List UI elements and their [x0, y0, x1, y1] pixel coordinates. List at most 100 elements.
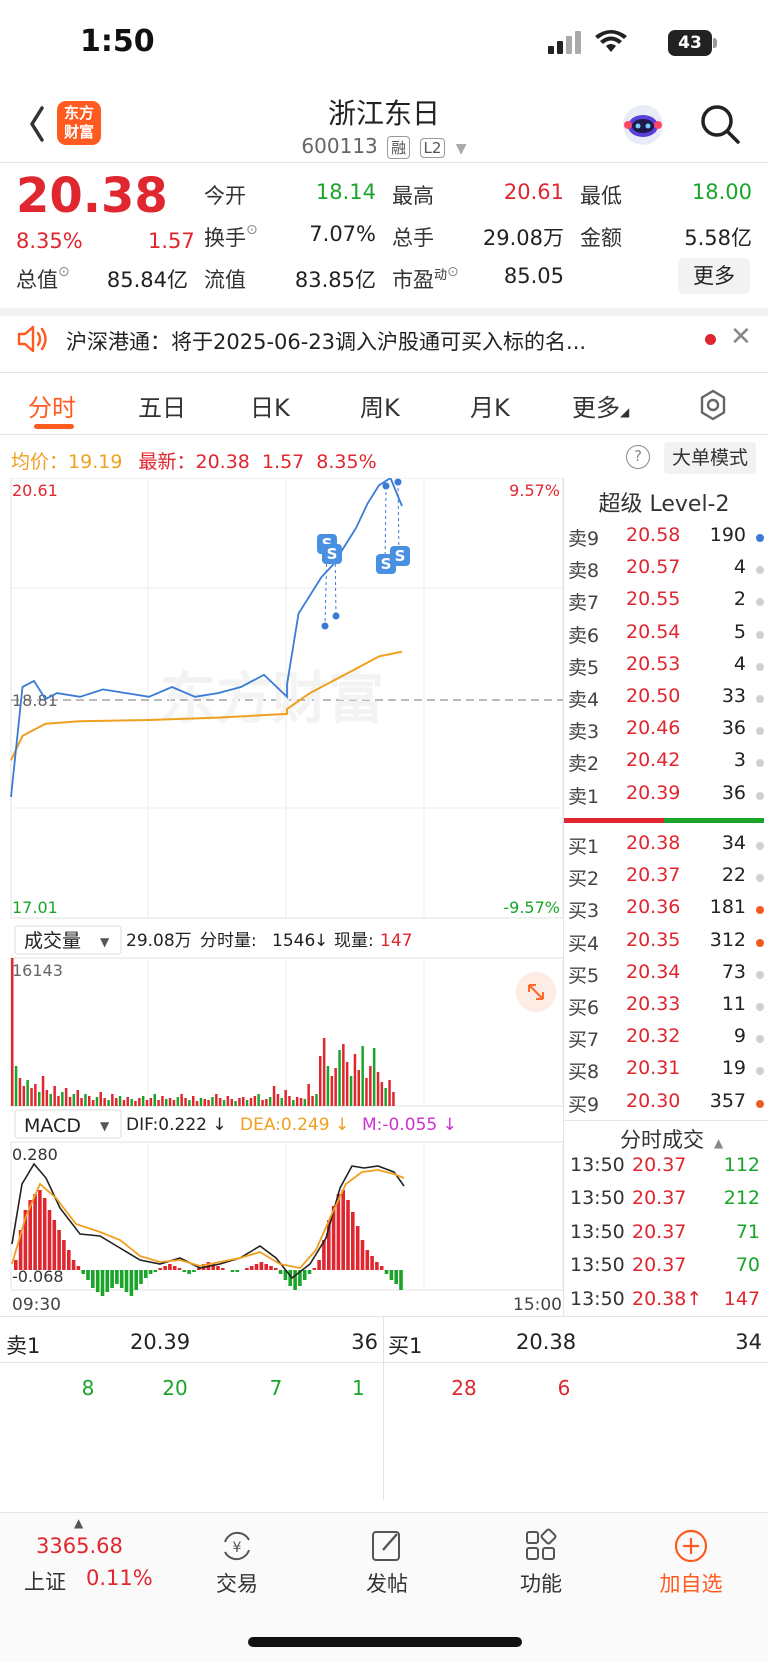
- tab-weekly-k[interactable]: 周K: [360, 388, 400, 423]
- order-book-row[interactable]: 买7 20.32 9: [568, 1025, 764, 1055]
- level-label: 卖3: [568, 721, 600, 744]
- volume-bar: [199, 1098, 203, 1106]
- nav-function[interactable]: 功能: [486, 1528, 596, 1598]
- volume-bar: [365, 1078, 368, 1106]
- queue-sell-label: 卖1: [6, 1334, 41, 1358]
- macd-bar: [278, 1270, 283, 1274]
- intraday-chart[interactable]: 20.61 9.57% 18.81 17.01 -9.57% 东方财富 S S …: [0, 478, 564, 1316]
- index-percent[interactable]: 0.11%: [86, 1566, 153, 1590]
- level-label: 买5: [568, 964, 600, 987]
- trade-point: [382, 482, 390, 490]
- volume-bar: [176, 1097, 180, 1106]
- order-book-row[interactable]: 卖8 20.57 4: [568, 556, 764, 586]
- info-icon[interactable]: ⊙: [58, 264, 70, 280]
- float-label: 流值: [204, 268, 246, 292]
- order-book-row[interactable]: 买2 20.37 22: [568, 864, 764, 894]
- order-book-row[interactable]: 卖7 20.55 2: [568, 588, 764, 618]
- tab-five-day[interactable]: 五日: [138, 388, 186, 423]
- search-icon[interactable]: [698, 102, 742, 146]
- more-button[interactable]: 更多: [678, 258, 750, 294]
- order-book-row[interactable]: 卖2 20.42 3: [568, 749, 764, 779]
- macd-bar: [119, 1270, 124, 1288]
- ticks-title[interactable]: 分时成交 ▲: [620, 1124, 723, 1154]
- volume-bar: [53, 1086, 56, 1106]
- tab-more[interactable]: 更多◢: [572, 388, 629, 423]
- dropdown-icon[interactable]: ▼: [456, 141, 467, 157]
- info-icon[interactable]: ⊙: [447, 264, 459, 280]
- help-icon[interactable]: ?: [626, 445, 650, 469]
- volume-bar: [326, 1066, 330, 1106]
- tick-volume: 70: [735, 1254, 760, 1277]
- level-dot: [756, 695, 764, 703]
- order-book-row[interactable]: 卖6 20.54 5: [568, 621, 764, 651]
- volume-bar: [134, 1101, 137, 1106]
- close-icon[interactable]: ✕: [730, 322, 752, 352]
- volume-bar: [322, 1038, 326, 1106]
- dea-value: DEA:0.249 ↓: [240, 1115, 349, 1135]
- nav-add-watchlist[interactable]: 加自选: [636, 1528, 746, 1598]
- order-book-row[interactable]: 买9 20.30 357: [568, 1090, 764, 1120]
- tick-volume: 212: [723, 1187, 760, 1210]
- volume-bar: [91, 1100, 95, 1106]
- open-label: 今开: [204, 184, 246, 208]
- volume-bar: [95, 1097, 99, 1106]
- tab-intraday[interactable]: 分时: [28, 388, 76, 423]
- settings-icon[interactable]: [696, 388, 730, 422]
- macd-bar: [216, 1266, 220, 1270]
- level-label: 卖2: [568, 753, 600, 776]
- order-book-row[interactable]: 买6 20.33 11: [568, 993, 764, 1023]
- low-label: 最低: [580, 184, 622, 208]
- macd-bar: [172, 1266, 177, 1270]
- volume-bar: [18, 1078, 22, 1106]
- order-book-row[interactable]: 买4 20.35 312: [568, 929, 764, 959]
- tab-monthly-k[interactable]: 月K: [470, 388, 510, 423]
- tick-volume: 147: [723, 1287, 760, 1310]
- order-book-row[interactable]: 买5 20.34 73: [568, 961, 764, 991]
- macd-bar: [163, 1266, 167, 1270]
- order-book-row[interactable]: 卖1 20.39 36: [568, 782, 764, 812]
- level2-title[interactable]: 超级 Level-2: [564, 486, 764, 518]
- tick-price: 20.38↑: [632, 1287, 703, 1310]
- macd-bar: [144, 1270, 148, 1278]
- index-value[interactable]: 3365.68: [36, 1534, 123, 1558]
- order-book-row[interactable]: 卖5 20.53 4: [568, 653, 764, 683]
- nav-post[interactable]: 发帖: [332, 1528, 442, 1598]
- queue-sell-vol: 36: [351, 1330, 378, 1354]
- level-volume: 9: [733, 1025, 746, 1048]
- order-book-row[interactable]: 卖3 20.46 36: [568, 717, 764, 747]
- macd-bar: [86, 1270, 90, 1280]
- volume-bar: [145, 1100, 149, 1106]
- volume-bar: [311, 1096, 314, 1106]
- index-name[interactable]: 上证: [24, 1566, 66, 1596]
- robot-assistant-icon[interactable]: [620, 102, 666, 148]
- macd-bar: [254, 1264, 259, 1270]
- level-dot: [756, 727, 764, 736]
- ticks-title-text: 分时成交: [620, 1128, 704, 1152]
- queue-buy-vol: 34: [735, 1330, 762, 1354]
- volume-bar: [292, 1100, 295, 1106]
- order-book-row[interactable]: 卖9 20.58 190: [568, 524, 764, 554]
- macd-bar: [389, 1270, 394, 1280]
- battery-tip: [713, 38, 717, 48]
- sell-marker-label: S: [395, 547, 406, 565]
- volume-bar: [349, 1076, 353, 1106]
- volume-bar: [30, 1088, 33, 1106]
- nav-trade[interactable]: ¥ 交易: [182, 1528, 292, 1598]
- info-icon[interactable]: ⊙: [246, 222, 258, 238]
- big-order-mode-button[interactable]: 大单模式: [664, 442, 756, 474]
- order-book-row[interactable]: 卖4 20.50 33: [568, 685, 764, 715]
- level-dot: [756, 791, 764, 800]
- notice-text[interactable]: 沪深港通：将于2025-06-23调入沪股通可买入标的名...: [66, 326, 586, 356]
- avg-label: 均价：: [11, 451, 69, 473]
- tick-price: 20.37: [632, 1254, 687, 1277]
- order-book-row[interactable]: 买1 20.38 34: [568, 832, 764, 862]
- order-book-row[interactable]: 买3 20.36 181: [568, 896, 764, 926]
- volume-bar: [238, 1098, 241, 1106]
- volume-bar: [180, 1094, 183, 1106]
- order-book-row[interactable]: 买8 20.31 19: [568, 1057, 764, 1087]
- tab-daily-k[interactable]: 日K: [250, 388, 290, 423]
- macd-bar: [302, 1270, 307, 1280]
- level-dot: [756, 662, 764, 671]
- margin-tag: 融: [387, 136, 411, 159]
- pe-sup: 动: [434, 268, 448, 283]
